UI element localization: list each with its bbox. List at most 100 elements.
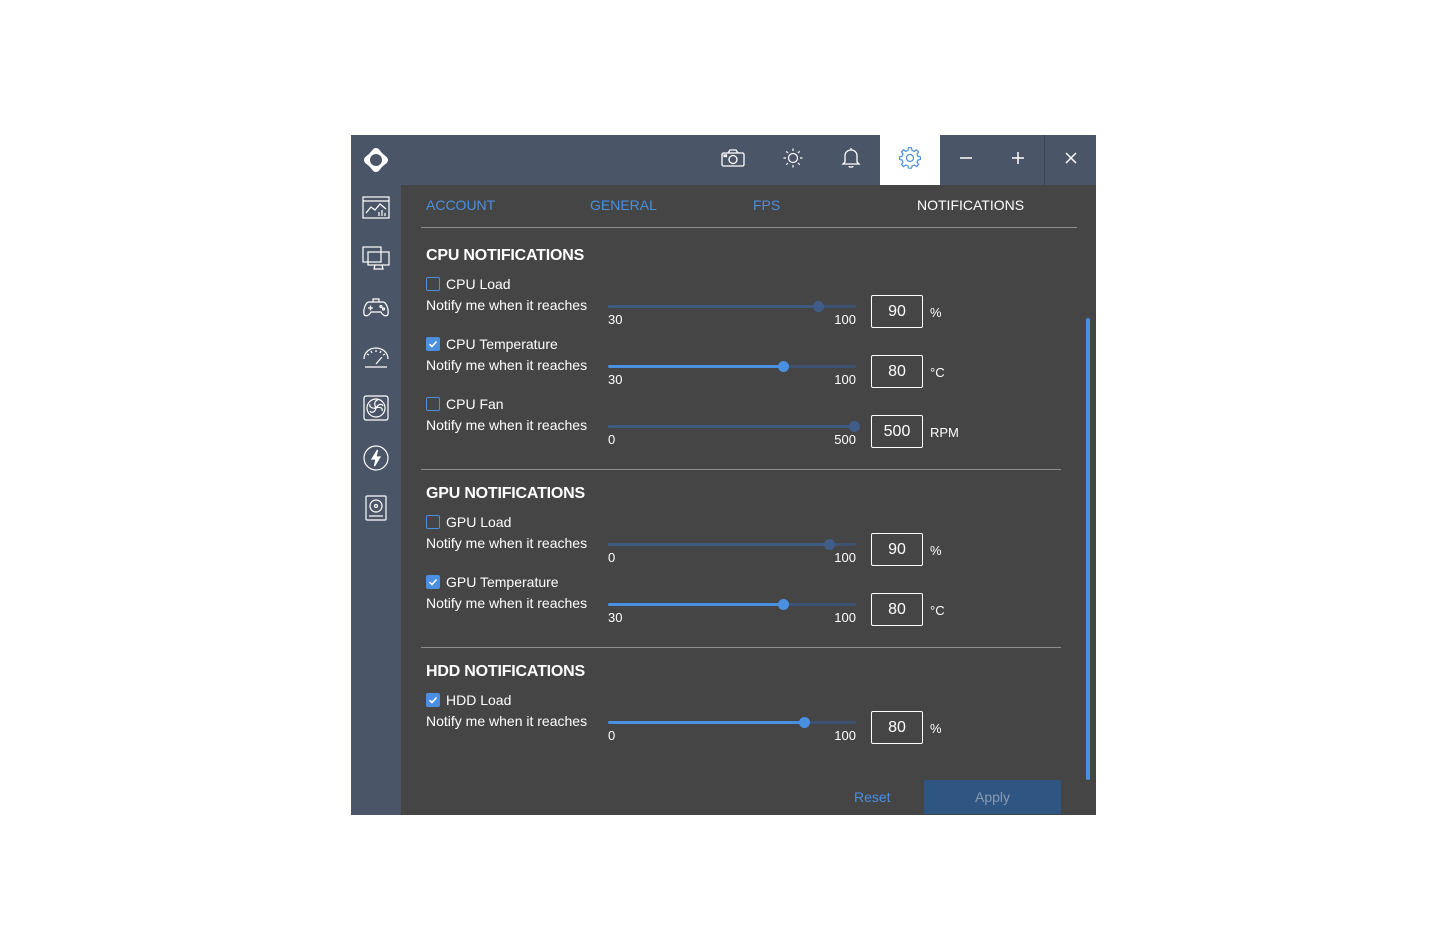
hdd-load-min: 0 — [608, 728, 616, 743]
section-divider — [421, 469, 1061, 470]
app-logo-icon — [363, 147, 389, 173]
notifications-button[interactable] — [826, 135, 876, 185]
checkmark-icon — [428, 696, 438, 704]
hdd-load-row: HDD Load — [426, 692, 511, 708]
gpu-load-slider-fill — [608, 543, 829, 546]
sidebar-item-performance[interactable] — [361, 345, 391, 375]
brightness-icon — [782, 147, 804, 174]
cpu-load-max: 100 — [834, 312, 856, 327]
settings-tabs: ACCOUNT GENERAL FPS NOTIFICATIONS — [421, 185, 1077, 228]
tab-account[interactable]: ACCOUNT — [426, 197, 495, 213]
cpu-fan-slider[interactable] — [608, 421, 860, 432]
cpu-fan-label: CPU Fan — [446, 396, 504, 412]
sidebar — [351, 185, 401, 815]
sidebar-item-desktop[interactable] — [361, 245, 391, 275]
cpu-load-label: CPU Load — [446, 276, 511, 292]
cpu-fan-slider-fill — [608, 425, 854, 428]
gpu-temperature-checkbox[interactable] — [426, 575, 440, 589]
hdd-load-slider-fill — [608, 721, 805, 724]
cpu-temperature-checkbox[interactable] — [426, 337, 440, 351]
cpu-temperature-min: 30 — [608, 372, 623, 387]
checkmark-icon — [428, 340, 438, 348]
cpu-fan-row: CPU Fan — [426, 396, 504, 412]
desktop-icon — [362, 245, 390, 276]
cpu-fan-value-input[interactable]: 500 — [871, 415, 923, 448]
section-divider — [421, 647, 1061, 648]
camera-button[interactable] — [708, 135, 758, 185]
minimize-icon — [959, 151, 973, 170]
gpu-load-value-input[interactable]: 90 — [871, 533, 923, 566]
monitoring-icon — [362, 195, 390, 226]
hdd-load-checkbox[interactable] — [426, 693, 440, 707]
close-icon — [1064, 151, 1078, 170]
gpu-load-notify-label: Notify me when it reaches — [426, 535, 588, 551]
cpu-fan-min: 0 — [608, 432, 616, 447]
cpu-load-slider-fill — [608, 305, 819, 308]
cpu-fan-unit: RPM — [930, 425, 959, 440]
hdd-load-slider-thumb[interactable] — [799, 717, 811, 728]
settings-button[interactable] — [880, 135, 940, 185]
cpu-load-slider-thumb[interactable] — [813, 301, 825, 312]
tab-fps[interactable]: FPS — [753, 197, 780, 213]
cpu-load-row: CPU Load — [426, 276, 511, 292]
cpu-load-unit: % — [930, 305, 942, 320]
gpu-load-label: GPU Load — [446, 514, 512, 530]
settings-window: ACCOUNT GENERAL FPS NOTIFICATIONS CPU NO… — [351, 135, 1096, 815]
gpu-temperature-min: 30 — [608, 610, 623, 625]
cpu-temperature-slider[interactable] — [608, 361, 856, 372]
cpu-load-value-input[interactable]: 90 — [871, 295, 923, 328]
maximize-button[interactable] — [993, 135, 1043, 185]
tab-notifications[interactable]: NOTIFICATIONS — [917, 197, 1024, 213]
speedometer-icon — [362, 346, 390, 375]
gpu-load-max: 100 — [834, 550, 856, 565]
cpu-load-notify-label: Notify me when it reaches — [426, 297, 588, 313]
gpu-temperature-unit: °C — [930, 603, 945, 618]
scrollbar-thumb[interactable] — [1086, 318, 1090, 780]
gpu-temperature-slider-thumb[interactable] — [778, 599, 790, 610]
reset-button[interactable]: Reset — [854, 789, 891, 805]
cpu-fan-checkbox[interactable] — [426, 397, 440, 411]
tab-general[interactable]: GENERAL — [590, 197, 657, 213]
hdd-load-notify-label: Notify me when it reaches — [426, 713, 588, 729]
cpu-temperature-value-input[interactable]: 80 — [871, 355, 923, 388]
cpu-load-min: 30 — [608, 312, 623, 327]
gpu-load-slider[interactable] — [608, 539, 856, 550]
cpu-load-slider[interactable] — [608, 301, 856, 312]
gpu-temperature-notify-label: Notify me when it reaches — [426, 595, 588, 611]
apply-button[interactable]: Apply — [924, 780, 1061, 814]
sidebar-item-power[interactable] — [361, 444, 391, 477]
cpu-temperature-notify-label: Notify me when it reaches — [426, 357, 588, 373]
cpu-temperature-max: 100 — [834, 372, 856, 387]
close-button[interactable] — [1045, 135, 1096, 185]
gear-icon — [898, 146, 922, 174]
sidebar-item-storage[interactable] — [361, 494, 391, 525]
minimize-button[interactable] — [941, 135, 991, 185]
hdd-load-label: HDD Load — [446, 692, 512, 708]
cpu-fan-slider-thumb[interactable] — [848, 421, 860, 432]
cpu-fan-notify-label: Notify me when it reaches — [426, 417, 588, 433]
brightness-button[interactable] — [768, 135, 818, 185]
hdd-load-unit: % — [930, 721, 942, 736]
gpu-load-unit: % — [930, 543, 942, 558]
gpu-load-checkbox[interactable] — [426, 515, 440, 529]
camera-icon — [721, 148, 745, 172]
gpu-temperature-label: GPU Temperature — [446, 574, 559, 590]
cpu-section-title: CPU NOTIFICATIONS — [426, 247, 585, 264]
cpu-temperature-slider-thumb[interactable] — [778, 361, 790, 372]
hdd-load-slider[interactable] — [608, 717, 856, 728]
sidebar-item-monitoring[interactable] — [361, 195, 391, 225]
gpu-temperature-value-input[interactable]: 80 — [871, 593, 923, 626]
gpu-load-slider-thumb[interactable] — [823, 539, 835, 550]
cpu-temperature-unit: °C — [930, 365, 945, 380]
cpu-load-checkbox[interactable] — [426, 277, 440, 291]
gpu-temperature-slider-fill — [608, 603, 784, 606]
gpu-temperature-slider[interactable] — [608, 599, 856, 610]
sidebar-item-gaming[interactable] — [361, 295, 391, 325]
hdd-load-value-input[interactable]: 80 — [871, 711, 923, 744]
cpu-temperature-label: CPU Temperature — [446, 336, 558, 352]
cpu-fan-max: 500 — [834, 432, 856, 447]
gpu-section-title: GPU NOTIFICATIONS — [426, 485, 585, 502]
cpu-temperature-slider-fill — [608, 365, 784, 368]
sidebar-item-fans[interactable] — [361, 394, 391, 425]
power-icon — [362, 444, 390, 477]
